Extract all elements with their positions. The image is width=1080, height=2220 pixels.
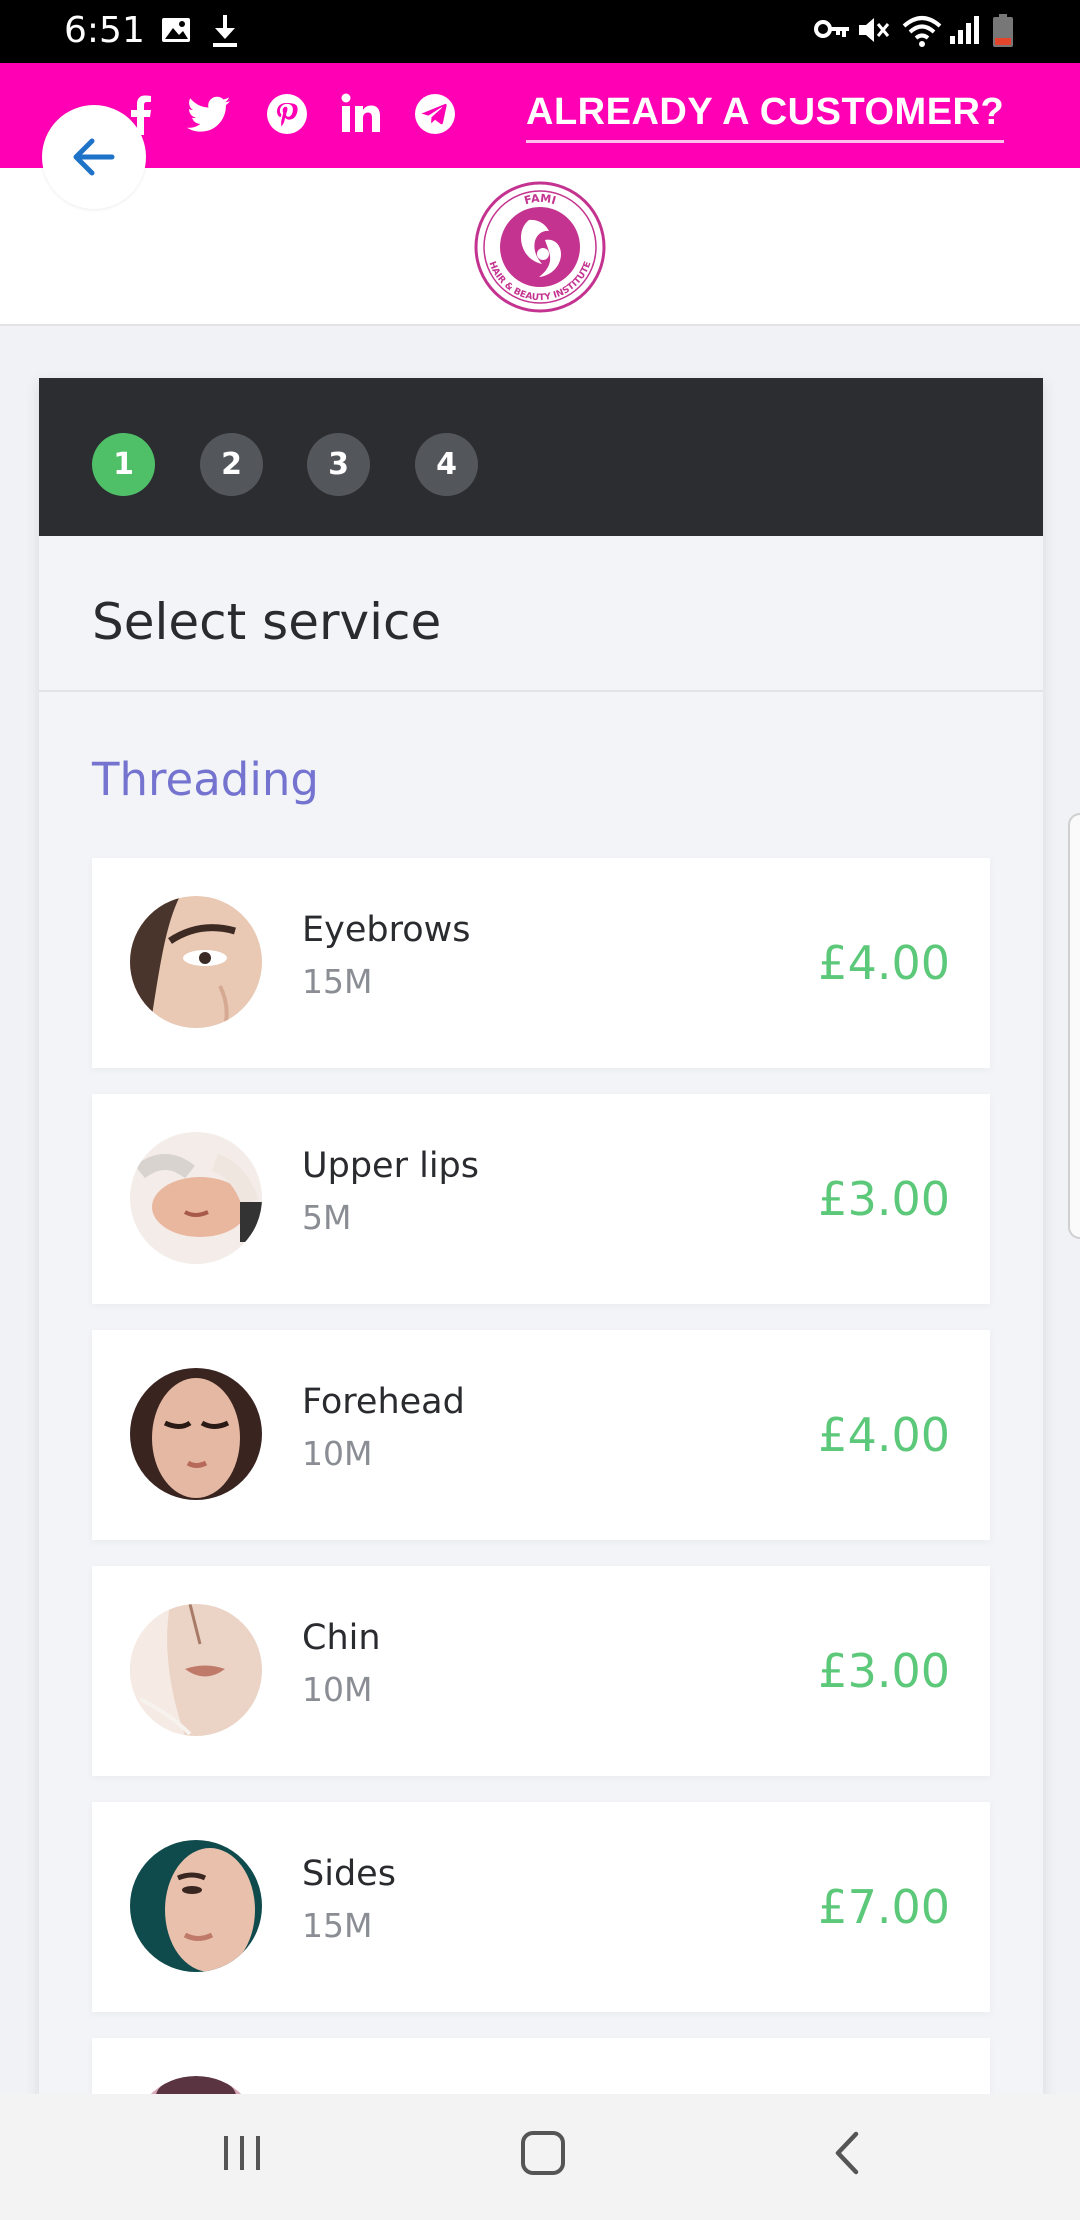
telegram-icon[interactable]	[412, 91, 458, 137]
step-indicator: 1 2 3 4	[39, 378, 1043, 536]
top-social-bar: ALREADY A CUSTOMER?	[0, 63, 1080, 168]
service-price: £4.00	[818, 936, 950, 990]
service-price: £7.00	[818, 1880, 950, 1934]
service-item-eyebrows[interactable]: Eyebrows 15M £4.00	[92, 858, 990, 1068]
wifi-icon	[902, 16, 942, 47]
back-button[interactable]	[42, 105, 146, 209]
service-duration: 15M	[302, 962, 373, 1001]
service-price: £3.00	[818, 1644, 950, 1698]
booking-wizard: 1 2 3 4 Select service Threading Eyebrow…	[39, 378, 1043, 2220]
status-time: 6:51	[64, 10, 145, 51]
service-duration: 10M	[302, 1670, 373, 1709]
scroll-handle[interactable]	[1068, 813, 1080, 1239]
title-divider	[39, 690, 1043, 692]
service-price: £4.00	[818, 1408, 950, 1462]
service-duration: 10M	[302, 1434, 373, 1473]
pinterest-icon[interactable]	[264, 91, 310, 137]
service-item-chin[interactable]: Chin 10M £3.00	[92, 1566, 990, 1776]
status-bar: 6:51	[0, 0, 1080, 63]
linkedin-icon[interactable]	[338, 91, 384, 137]
category-heading: Threading	[92, 753, 319, 806]
twitter-icon[interactable]	[186, 91, 232, 137]
service-name: Forehead	[302, 1382, 465, 1422]
service-name: Upper lips	[302, 1146, 479, 1186]
service-name: Sides	[302, 1854, 396, 1894]
service-name: Chin	[302, 1618, 381, 1658]
arrow-left-icon	[73, 138, 115, 176]
service-name: Eyebrows	[302, 910, 471, 950]
service-thumbnail	[130, 1840, 262, 1972]
step-3[interactable]: 3	[307, 433, 370, 496]
service-duration: 15M	[302, 1906, 373, 1945]
step-4[interactable]: 4	[415, 433, 478, 496]
service-price: £3.00	[818, 1172, 950, 1226]
step-1[interactable]: 1	[92, 433, 155, 496]
signal-icon	[950, 16, 979, 44]
system-nav-bar	[0, 2094, 1080, 2220]
service-thumbnail	[130, 1604, 262, 1736]
service-thumbnail	[130, 1132, 262, 1264]
download-notification-icon	[213, 15, 237, 47]
back-nav-icon[interactable]	[826, 2128, 866, 2178]
battery-icon	[993, 14, 1013, 47]
service-item-upper-lips[interactable]: Upper lips 5M £3.00	[92, 1094, 990, 1304]
fami-logo: FAMI HAIR & BEAUTY INSTITUTE	[474, 181, 606, 313]
recent-apps-icon[interactable]	[220, 2128, 264, 2178]
step-2[interactable]: 2	[200, 433, 263, 496]
service-item-forehead[interactable]: Forehead 10M £4.00	[92, 1330, 990, 1540]
site-header: FAMI HAIR & BEAUTY INSTITUTE	[0, 168, 1080, 326]
service-item-sides[interactable]: Sides 15M £7.00	[92, 1802, 990, 2012]
service-duration: 5M	[302, 1198, 352, 1237]
vpn-key-icon	[814, 20, 849, 38]
mute-icon	[859, 18, 890, 42]
image-notification-icon	[162, 18, 190, 42]
already-customer-link[interactable]: ALREADY A CUSTOMER?	[526, 91, 1005, 143]
home-icon[interactable]	[518, 2128, 568, 2178]
service-thumbnail	[130, 896, 262, 1028]
service-thumbnail	[130, 1368, 262, 1500]
page-title: Select service	[92, 593, 442, 651]
